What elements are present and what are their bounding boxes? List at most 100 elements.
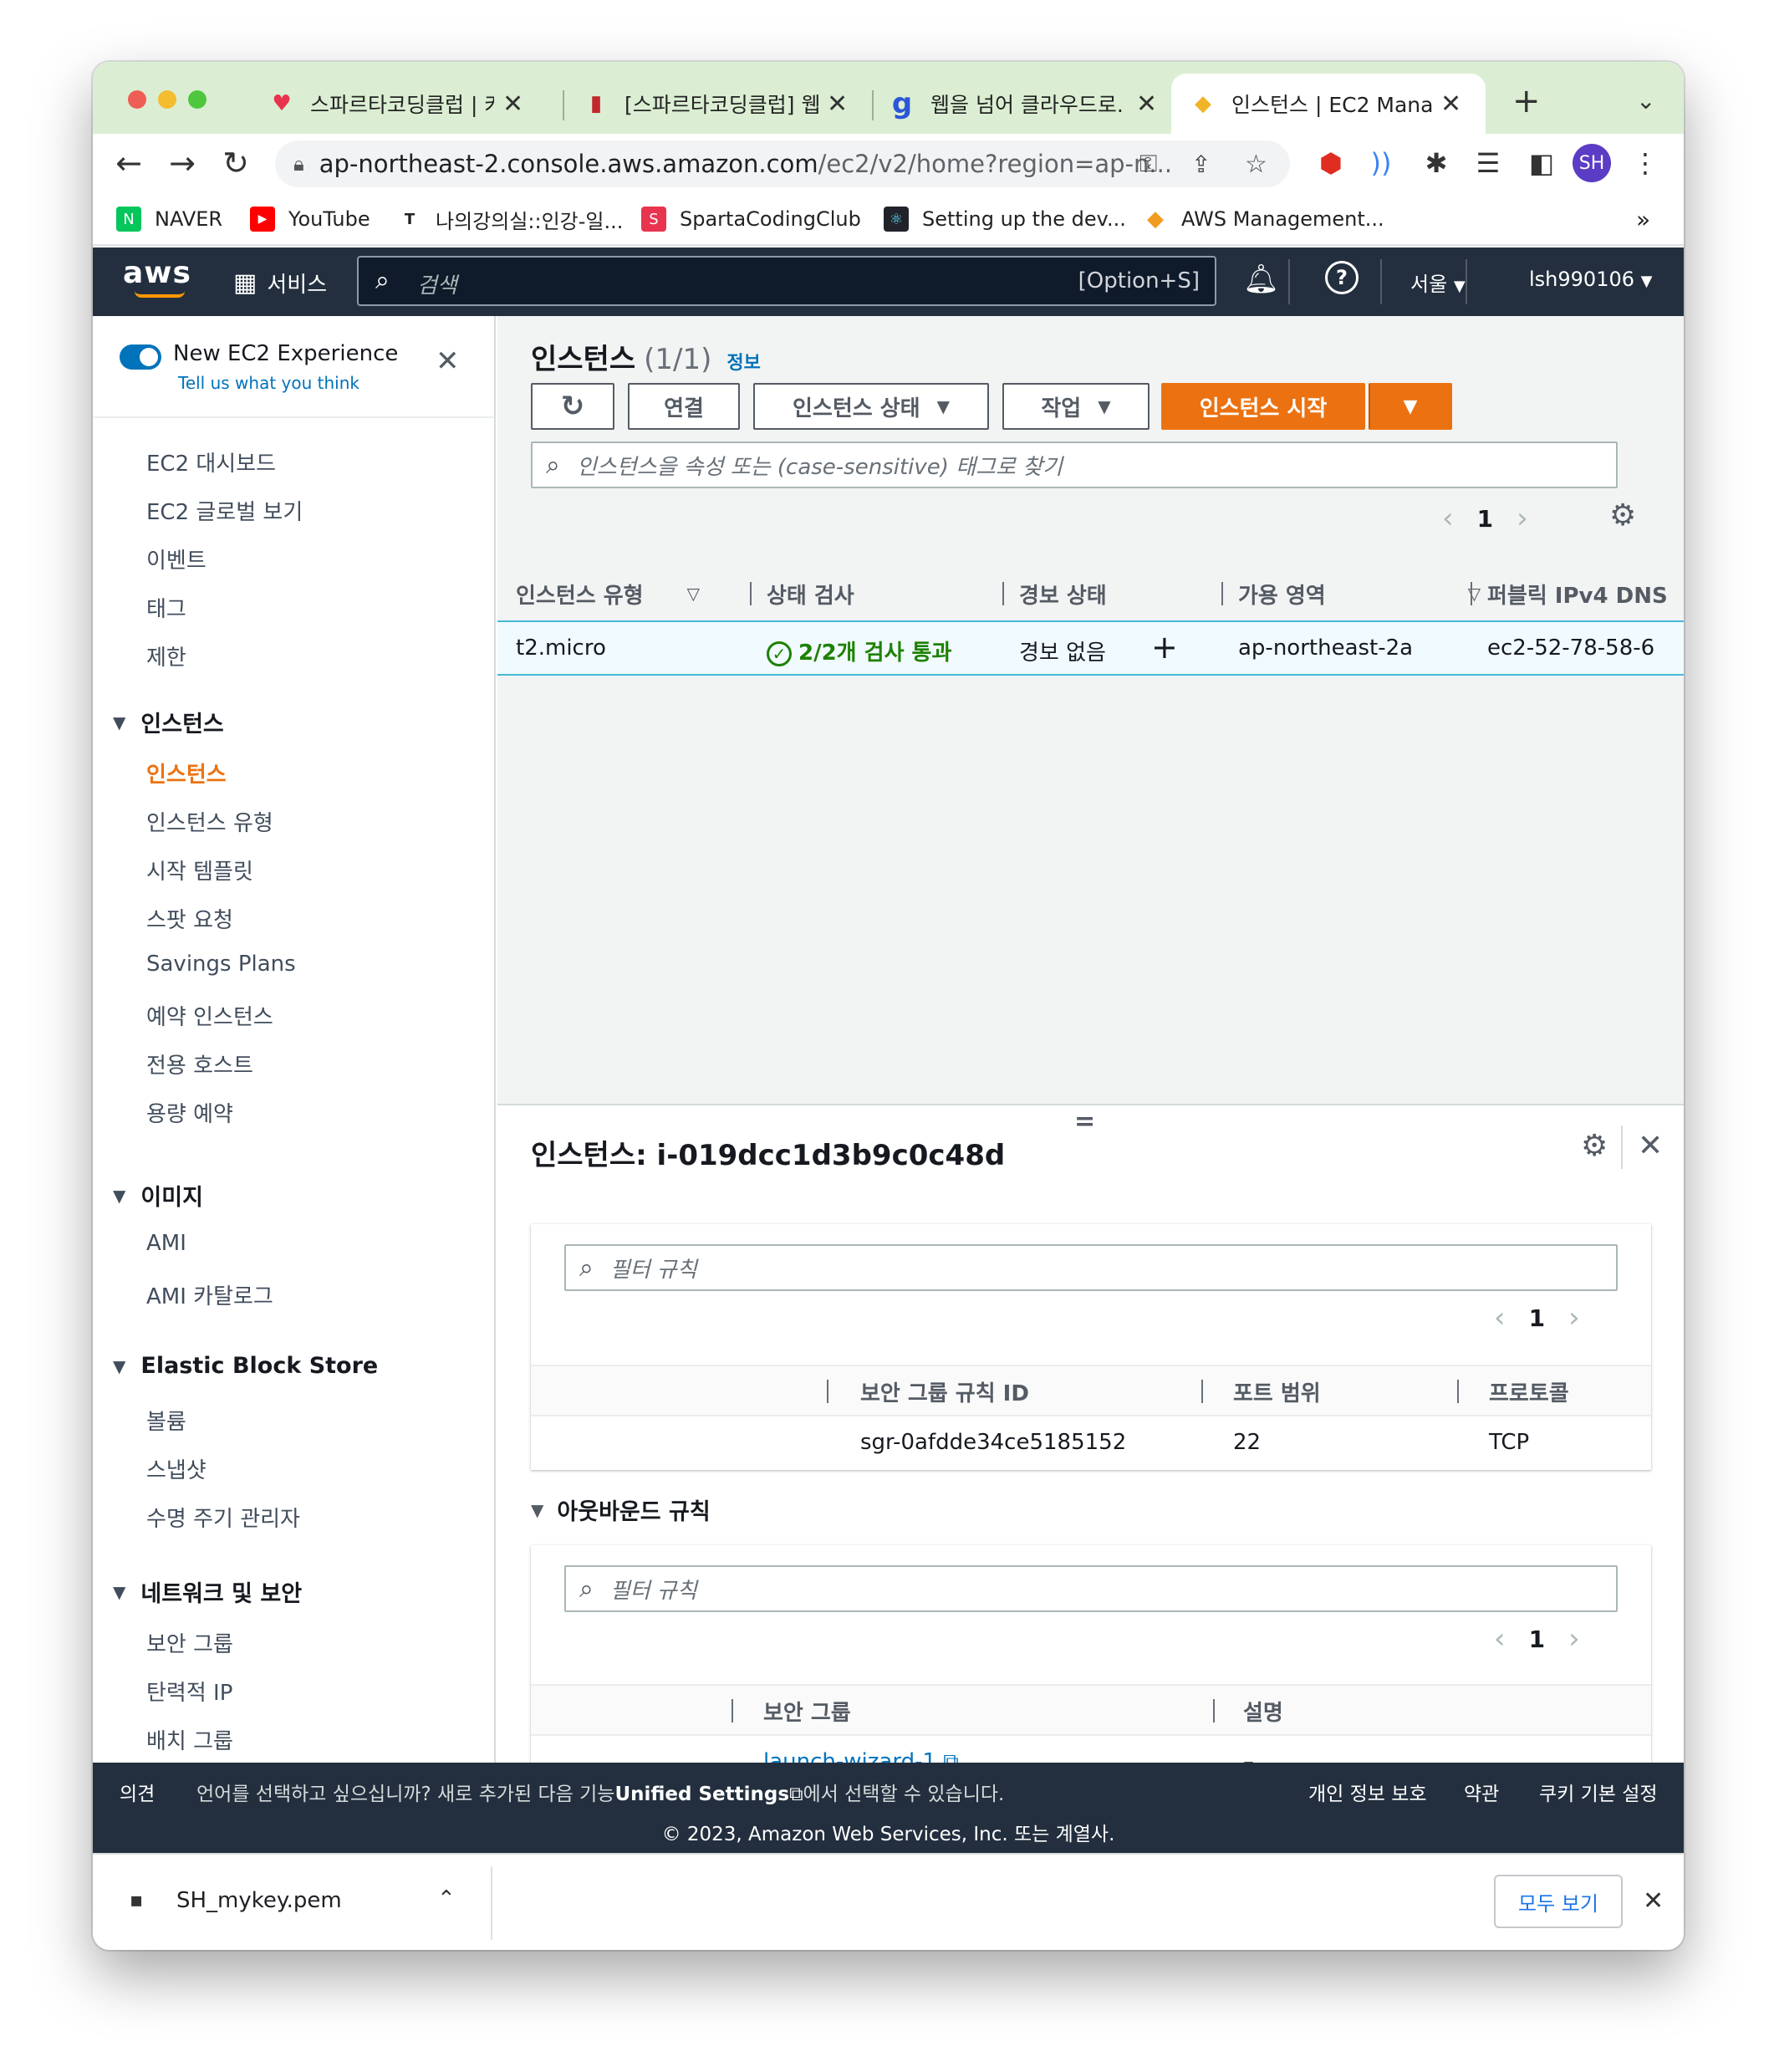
maximize-window-button[interactable] bbox=[188, 90, 206, 109]
sidebar-item-capacity-reservations[interactable]: 용량 예약 bbox=[146, 1097, 233, 1128]
chevron-left-icon[interactable]: ‹ bbox=[1442, 502, 1454, 535]
chevron-right-icon[interactable]: › bbox=[1568, 1622, 1580, 1656]
sidebar-item-ami-catalog[interactable]: AMI 카탈로그 bbox=[146, 1279, 273, 1310]
sidebar-item-security-groups[interactable]: 보안 그룹 bbox=[146, 1627, 233, 1658]
tab-search-chevron-icon[interactable]: ⌄ bbox=[1636, 87, 1655, 115]
sidebar-section-ebs[interactable]: ▼ Elastic Block Store bbox=[113, 1353, 378, 1379]
bookmarks-overflow-button[interactable]: » bbox=[1636, 202, 1650, 236]
sidebar-item-ami[interactable]: AMI bbox=[146, 1231, 186, 1256]
address-bar[interactable]: 🔒︎ ap-northeast-2.console.aws.amazon.com… bbox=[275, 140, 1290, 187]
show-all-downloads-button[interactable]: 모두 보기 bbox=[1494, 1875, 1623, 1928]
side-panel-icon[interactable]: ◧ bbox=[1522, 144, 1561, 182]
sidebar-section-images[interactable]: ▼ 이미지 bbox=[113, 1179, 203, 1212]
minimize-window-button[interactable] bbox=[158, 90, 176, 109]
sidebar-item-snapshots[interactable]: 스냅샷 bbox=[146, 1453, 206, 1484]
back-button[interactable]: ← bbox=[108, 142, 150, 184]
table-row[interactable]: t2.micro ✓ 2/2개 검사 통과 경보 없음 + ap-northeas… bbox=[497, 620, 1684, 676]
column-header-rule-id[interactable]: 보안 그룹 규칙 ID bbox=[860, 1366, 1029, 1416]
column-header-status-check[interactable]: 상태 검사 bbox=[767, 567, 854, 620]
help-icon[interactable]: ? bbox=[1325, 261, 1359, 294]
actions-button[interactable]: 작업 ▼ bbox=[1002, 383, 1150, 430]
resize-handle-icon[interactable]: = bbox=[1074, 1107, 1095, 1136]
chevron-left-icon[interactable]: ‹ bbox=[1494, 1301, 1506, 1335]
bookmark-react-setup[interactable]: ⚛ Setting up the dev... bbox=[884, 202, 1126, 236]
column-header-protocol[interactable]: 프로토콜 bbox=[1489, 1366, 1569, 1416]
close-tab-icon[interactable]: ✕ bbox=[1440, 89, 1461, 119]
launch-instance-button[interactable]: 인스턴스 시작 bbox=[1161, 383, 1365, 430]
notifications-bell-icon[interactable]: 🔔︎ bbox=[1243, 263, 1279, 296]
bookmark-youtube[interactable]: ▶ YouTube bbox=[250, 202, 370, 236]
reading-list-icon[interactable]: ☰ bbox=[1469, 144, 1507, 182]
refresh-button[interactable]: ↻ bbox=[531, 383, 614, 430]
inbound-filter-input[interactable]: ⌕ 필터 규칙 bbox=[564, 1244, 1618, 1291]
cookie-preferences-link[interactable]: 쿠키 기본 설정 bbox=[1539, 1778, 1658, 1806]
account-menu[interactable]: lsh990106 ▼ bbox=[1529, 268, 1652, 291]
connect-button[interactable]: 연결 bbox=[628, 383, 740, 430]
profile-avatar[interactable]: SH bbox=[1573, 144, 1611, 182]
new-tab-button[interactable]: + bbox=[1512, 82, 1541, 120]
settings-gear-icon[interactable]: ⚙ bbox=[1581, 1129, 1608, 1163]
tab-gabia[interactable]: g 웹을 넘어 클라우드로. 가비아 ✕ bbox=[889, 74, 1157, 134]
sidebar-item-tags[interactable]: 태그 bbox=[146, 592, 186, 623]
sidebar-item-events[interactable]: 이벤트 bbox=[146, 544, 206, 574]
outbound-rules-toggle[interactable]: ▼ 아웃바운드 규칙 bbox=[531, 1493, 711, 1526]
info-link[interactable]: 정보 bbox=[726, 348, 760, 375]
settings-gear-icon[interactable]: ⚙ bbox=[1609, 498, 1636, 533]
new-experience-toggle[interactable] bbox=[120, 344, 161, 370]
close-tab-icon[interactable]: ✕ bbox=[1136, 89, 1157, 119]
sidebar-item-lifecycle-manager[interactable]: 수명 주기 관리자 bbox=[146, 1502, 300, 1533]
bookmark-spartacodingclub[interactable]: S SpartaCodingClub bbox=[641, 202, 861, 236]
audio-extension-icon[interactable]: )) bbox=[1362, 144, 1400, 182]
close-icon[interactable]: ✕ bbox=[436, 344, 460, 378]
chevron-up-icon[interactable]: ⌃ bbox=[437, 1886, 456, 1911]
sidebar-item-instance-types[interactable]: 인스턴스 유형 bbox=[146, 806, 273, 837]
column-header-public-dns[interactable]: 퍼블릭 IPv4 DNS bbox=[1487, 567, 1668, 620]
feedback-link[interactable]: Tell us what you think bbox=[178, 373, 359, 393]
terms-link[interactable]: 약관 bbox=[1464, 1778, 1499, 1806]
add-alarm-icon[interactable]: + bbox=[1151, 629, 1178, 666]
sidebar-item-spot-requests[interactable]: 스팟 요청 bbox=[146, 903, 233, 934]
sidebar-item-limits[interactable]: 제한 bbox=[146, 640, 186, 671]
launch-instance-dropdown[interactable]: ▼ bbox=[1369, 383, 1452, 430]
close-icon[interactable]: ✕ bbox=[1638, 1129, 1663, 1163]
sidebar-item-volumes[interactable]: 볼륨 bbox=[146, 1405, 186, 1436]
console-search-input[interactable]: ⌕ 검색 [Option+S] bbox=[357, 256, 1216, 306]
bookmark-lecture-room[interactable]: T 나의강의실::인강-일... bbox=[397, 202, 623, 236]
sidebar-item-instances[interactable]: 인스턴스 bbox=[146, 758, 227, 788]
adblock-icon[interactable]: ⬢ bbox=[1312, 144, 1350, 182]
security-group-link[interactable]: launch-wizard-1 ⧉ bbox=[763, 1749, 959, 1763]
bookmark-naver[interactable]: N NAVER bbox=[116, 202, 222, 236]
sidebar-item-ec2-dashboard[interactable]: EC2 대시보드 bbox=[146, 447, 276, 477]
sidebar-section-instances[interactable]: ▼ 인스턴스 bbox=[113, 706, 224, 738]
column-header-security-group[interactable]: 보안 그룹 bbox=[763, 1686, 851, 1736]
region-selector[interactable]: 서울 ▼ bbox=[1410, 268, 1466, 297]
close-tab-icon[interactable]: ✕ bbox=[502, 89, 523, 119]
share-icon[interactable]: ⇪ bbox=[1191, 151, 1211, 178]
sidebar-item-launch-templates[interactable]: 시작 템플릿 bbox=[146, 855, 253, 885]
close-window-button[interactable] bbox=[128, 90, 146, 109]
tab-sparta-community[interactable]: ♥ 스파르타코딩클럽 | 커뮤니티 ✕ bbox=[268, 74, 523, 134]
sidebar-section-network-security[interactable]: ▼ 네트워크 및 보안 bbox=[113, 1575, 302, 1608]
sidebar-item-elastic-ips[interactable]: 탄력적 IP bbox=[146, 1676, 232, 1707]
instances-search-input[interactable]: ⌕ 인스턴스을 속성 또는 (case-sensitive) 태그로 찾기 bbox=[531, 441, 1618, 488]
chevron-right-icon[interactable]: › bbox=[1568, 1301, 1580, 1335]
bookmark-star-icon[interactable]: ☆ bbox=[1245, 150, 1267, 179]
sidebar-item-ec2-global-view[interactable]: EC2 글로벌 보기 bbox=[146, 495, 303, 526]
sidebar-item-dedicated-hosts[interactable]: 전용 호스트 bbox=[146, 1049, 253, 1079]
browser-menu-icon[interactable]: ⋮ bbox=[1626, 144, 1664, 182]
tab-ec2-management[interactable]: ◆ 인스턴스 | EC2 Management ✕ bbox=[1171, 74, 1486, 134]
sidebar-item-savings-plans[interactable]: Savings Plans bbox=[146, 952, 296, 977]
column-header-availability-zone[interactable]: 가용 영역 ▽ bbox=[1238, 567, 1481, 620]
column-header-description[interactable]: 설명 bbox=[1243, 1686, 1283, 1736]
column-header-instance-type[interactable]: 인스턴스 유형 ▽ bbox=[516, 567, 700, 620]
close-icon[interactable]: ✕ bbox=[1643, 1886, 1664, 1916]
sidebar-item-placement-groups[interactable]: 배치 그룹 bbox=[146, 1724, 233, 1755]
download-item[interactable]: SH_mykey.pem bbox=[176, 1888, 342, 1913]
column-header-alarm-status[interactable]: 경보 상태 bbox=[1019, 567, 1107, 620]
unified-settings-link[interactable]: Unified Settings bbox=[614, 1784, 789, 1805]
bookmark-aws-management[interactable]: ◆ AWS Management... bbox=[1143, 202, 1384, 236]
sidebar-item-reserved-instances[interactable]: 예약 인스턴스 bbox=[146, 1000, 273, 1031]
column-header-port-range[interactable]: 포트 범위 bbox=[1233, 1366, 1321, 1416]
chevron-left-icon[interactable]: ‹ bbox=[1494, 1622, 1506, 1656]
chevron-right-icon[interactable]: › bbox=[1517, 502, 1528, 535]
